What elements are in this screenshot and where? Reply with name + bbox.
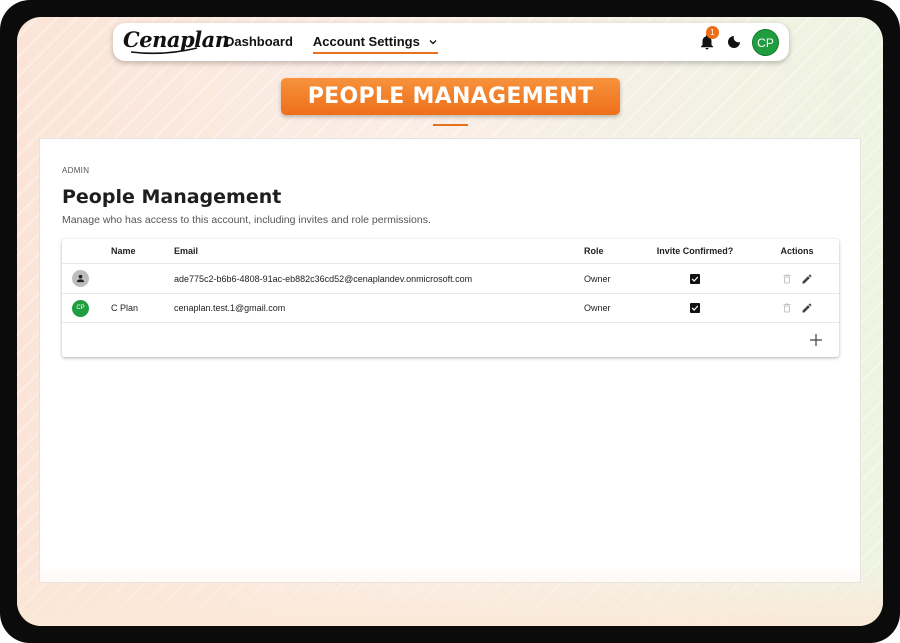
row-role: Owner (584, 273, 611, 284)
invite-confirmed-checkbox[interactable] (690, 303, 700, 313)
check-icon (691, 305, 699, 311)
row-avatar-cell: CP (72, 294, 90, 322)
avatar: CP (72, 299, 89, 317)
table-row: CP C Plan cenaplan.test.1@gmail.com Owne… (62, 293, 839, 322)
column-header-actions: Actions (780, 246, 814, 256)
device-frame: Cenaplan Dashboard Account Settings 1 CP… (0, 0, 900, 643)
column-header-name: Name (111, 246, 136, 256)
breadcrumb[interactable]: ADMIN (62, 166, 89, 175)
nav-account-settings[interactable]: Account Settings (312, 23, 438, 61)
row-invite-confirmed-cell (642, 294, 748, 322)
row-email: cenaplan.test.1@gmail.com (174, 303, 286, 313)
check-icon (691, 276, 699, 282)
row-invite-confirmed-cell (642, 264, 748, 293)
user-avatar[interactable]: CP (752, 28, 779, 56)
row-actions (766, 294, 828, 322)
person-glyph-icon (76, 274, 85, 283)
top-navbar: Cenaplan Dashboard Account Settings 1 CP (113, 23, 789, 61)
edit-icon[interactable] (801, 302, 813, 314)
table-footer (62, 322, 839, 357)
logo-swoosh-icon (130, 47, 198, 55)
invite-confirmed-checkbox[interactable] (690, 273, 700, 284)
add-person-button[interactable] (809, 333, 823, 347)
edit-icon[interactable] (801, 273, 813, 285)
banner-underline (433, 124, 468, 126)
column-header-invite-confirmed: Invite Confirmed? (656, 246, 734, 256)
person-icon (72, 270, 89, 287)
row-role: Owner (584, 303, 611, 313)
screen: Cenaplan Dashboard Account Settings 1 CP… (17, 17, 883, 626)
cenaplan-logo[interactable]: Cenaplan (123, 27, 230, 57)
page-title: People Management (62, 186, 282, 208)
delete-icon[interactable] (781, 273, 793, 285)
notification-badge: 1 (706, 26, 719, 39)
row-email: ade775c2-b6b6-4808-91ac-eb882c36cd52@cen… (174, 273, 473, 284)
delete-icon[interactable] (781, 302, 793, 314)
table-row: ade775c2-b6b6-4808-91ac-eb882c36cd52@cen… (62, 263, 839, 293)
moon-icon[interactable] (726, 34, 742, 50)
row-name: C Plan (111, 303, 139, 313)
column-header-role: Role (584, 246, 604, 256)
row-actions (766, 264, 828, 293)
column-header-email: Email (174, 246, 199, 256)
table-header: Name Email Role Invite Confirmed? Action… (62, 239, 839, 263)
nav-actions: 1 CP (698, 26, 779, 56)
notifications-button[interactable]: 1 (698, 26, 719, 51)
chevron-down-icon (429, 40, 437, 45)
row-avatar-cell (72, 264, 90, 293)
nav-dashboard[interactable]: Dashboard (225, 23, 293, 61)
nav-account-settings-label: Account Settings (312, 34, 420, 49)
page-banner: PEOPLE MANAGEMENT (281, 78, 620, 115)
content-card: ADMIN People Management Manage who has a… (39, 138, 861, 583)
people-table: Name Email Role Invite Confirmed? Action… (62, 239, 839, 357)
page-subtitle: Manage who has access to this account, i… (62, 214, 431, 226)
